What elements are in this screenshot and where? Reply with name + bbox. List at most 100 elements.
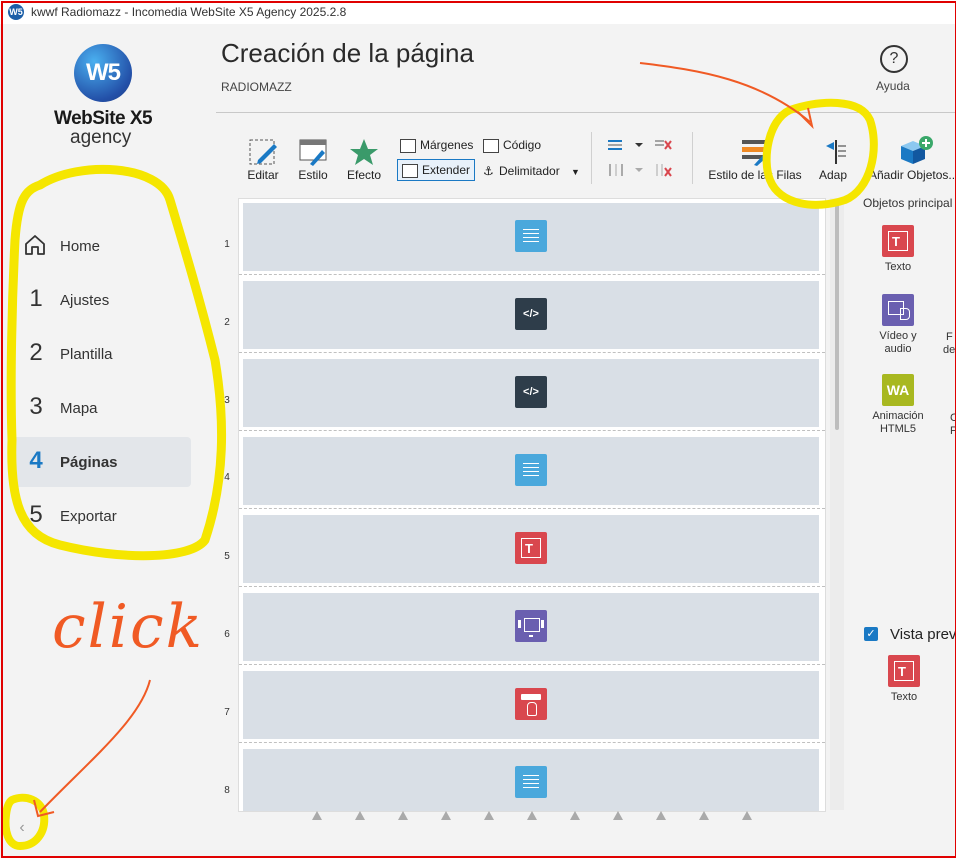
style-brush-icon	[299, 139, 327, 166]
column-marker[interactable]	[656, 811, 666, 820]
row-number: 6	[224, 629, 230, 640]
row-divider	[239, 274, 825, 275]
row-divider	[239, 508, 825, 509]
margenes-label: Márgenes	[420, 138, 474, 152]
column-marker[interactable]	[312, 811, 322, 820]
margenes-button[interactable]: Márgenes	[400, 135, 473, 155]
row-number: 3	[224, 395, 230, 406]
objects-panel-title: Objetos principal	[863, 196, 953, 210]
nav-number: 3	[29, 393, 43, 420]
toolbar-separator	[591, 132, 592, 184]
column-marker[interactable]	[742, 811, 752, 820]
nav-exportar[interactable]: 5 Exportar	[10, 491, 191, 541]
margins-icon	[400, 138, 416, 153]
help-icon[interactable]: ?	[880, 45, 908, 73]
column-marker[interactable]	[613, 811, 623, 820]
nav-number: 1	[29, 285, 43, 312]
extender-label: Extender	[422, 163, 471, 177]
nav-number: 2	[29, 339, 43, 366]
logo-edition: agency	[70, 127, 132, 148]
object-video-audio[interactable]: Vídeo y audio	[868, 294, 928, 356]
row-number: 8	[224, 785, 230, 796]
gallery-object-icon[interactable]	[515, 610, 547, 642]
estilo-filas-button[interactable]: Estilo de las Filas	[708, 138, 802, 182]
arrow-to-adapt	[639, 62, 811, 123]
header-divider	[216, 112, 956, 113]
text-object-icon: T	[882, 225, 914, 257]
row-number: 5	[224, 551, 230, 562]
home-icon	[25, 235, 45, 255]
chevron-down-icon: ▼	[571, 167, 580, 177]
column-marker[interactable]	[699, 811, 709, 820]
page-layout-canvas[interactable]: </> </> T	[238, 198, 826, 812]
column-marker[interactable]	[527, 811, 537, 820]
code-object-icon[interactable]: </>	[515, 298, 547, 330]
nav-label: Plantilla	[60, 346, 113, 363]
text-object-icon[interactable]: T	[515, 532, 547, 564]
code-icon	[483, 138, 499, 153]
row-divider	[239, 742, 825, 743]
column-marker[interactable]	[441, 811, 451, 820]
column-insert-icon[interactable]	[606, 162, 646, 178]
row-number: 4	[224, 472, 230, 483]
row-delete-icon[interactable]	[654, 137, 672, 153]
menu-object-icon[interactable]	[515, 454, 547, 486]
object-label-cut: C	[950, 412, 956, 424]
delimitador-button[interactable]: ⚓ Delimitador ▼	[483, 161, 580, 181]
nav-home[interactable]: Home	[10, 221, 191, 271]
logo-mark: W5	[74, 44, 132, 102]
button-object-icon[interactable]	[515, 688, 547, 720]
object-animacion-html5[interactable]: WA Animación HTML5	[868, 374, 928, 436]
column-marker[interactable]	[398, 811, 408, 820]
nav-mapa[interactable]: 3 Mapa	[10, 383, 191, 433]
delimitador-label: Delimitador	[499, 164, 560, 178]
row-style-icon	[742, 140, 768, 166]
editar-button[interactable]: Editar	[246, 138, 280, 182]
html5-animation-icon: WA	[882, 374, 914, 406]
anadir-objetos-button[interactable]: Añadir Objetos...	[869, 136, 956, 182]
object-texto[interactable]: T Texto	[868, 225, 928, 274]
column-marker[interactable]	[355, 811, 365, 820]
row-divider	[239, 352, 825, 353]
collapse-sidebar-button[interactable]: ‹	[12, 818, 32, 838]
preview-label: Vista prev	[890, 626, 956, 643]
nav-plantilla[interactable]: 2 Plantilla	[10, 329, 191, 379]
column-delete-icon[interactable]	[654, 162, 672, 178]
codigo-label: Código	[503, 138, 542, 152]
efecto-button[interactable]: Efecto	[346, 138, 382, 182]
adaptar-label: Adap	[818, 168, 848, 182]
estilo-label: Estilo	[298, 168, 328, 182]
nav-paginas[interactable]: 4 Páginas	[10, 437, 191, 487]
estilo-button[interactable]: Estilo	[296, 138, 330, 182]
window-title: kwwf Radiomazz - Incomedia WebSite X5 Ag…	[31, 5, 347, 19]
add-object-icon	[900, 136, 933, 164]
preview-item[interactable]: T Texto	[874, 655, 934, 704]
help-label[interactable]: Ayuda	[876, 79, 910, 93]
object-label: Vídeo y audio	[879, 330, 917, 355]
preview-checkbox[interactable]: ✓	[864, 627, 878, 641]
menu-object-icon[interactable]	[515, 220, 547, 252]
star-icon	[350, 139, 378, 165]
menu-object-icon[interactable]	[515, 766, 547, 798]
codigo-button[interactable]: Código	[483, 135, 541, 155]
extender-button[interactable]: Extender	[397, 159, 476, 181]
nav-number: 5	[29, 501, 43, 528]
row-divider	[239, 586, 825, 587]
adaptar-button[interactable]: Adap	[818, 138, 848, 182]
efecto-label: Efecto	[346, 168, 382, 182]
object-label: Animación HTML5	[872, 410, 924, 435]
column-marker[interactable]	[570, 811, 580, 820]
toolbar-separator	[692, 132, 693, 184]
preview-item-label: Texto	[890, 691, 918, 703]
nav-ajustes[interactable]: 1 Ajustes	[10, 275, 191, 325]
row-insert-icon[interactable]	[606, 137, 646, 153]
code-object-icon[interactable]: </>	[515, 376, 547, 408]
row-divider	[239, 430, 825, 431]
object-label: Texto	[884, 261, 912, 273]
video-audio-icon	[882, 294, 914, 326]
edit-icon	[249, 139, 277, 165]
arrow-head	[797, 107, 814, 130]
canvas-scrollbar-thumb[interactable]	[835, 204, 839, 430]
column-marker[interactable]	[484, 811, 494, 820]
page-title: Creación de la página	[221, 38, 474, 68]
